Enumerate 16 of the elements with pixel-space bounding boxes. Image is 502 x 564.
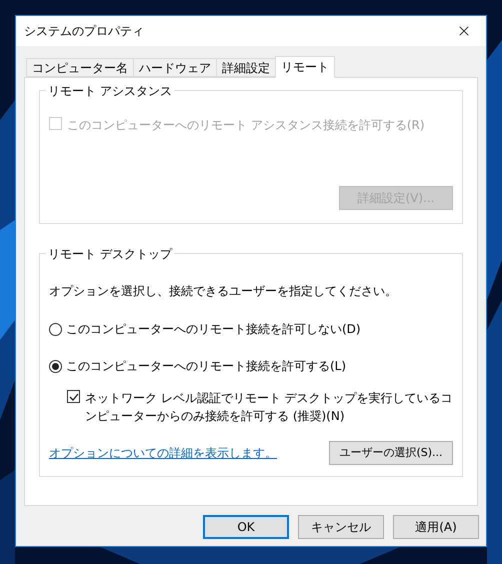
help-link[interactable]: オプションについての詳細を表示します。 [49,444,277,462]
window-title: システムのプロパティ [24,23,144,40]
radio-label: このコンピューターへのリモート接続を許可する(L) [66,358,346,375]
checkbox-label: このコンピューターへのリモート アシスタンス接続を許可する(R) [67,117,425,134]
tab[interactable]: コンピューター名 [26,58,134,77]
checkbox-label: ネットワーク レベル認証でリモート デスクトップを実行しているコンピューターからのみ接続を許可する (推奨)(N) [85,390,454,425]
description-text: オプションを選択し、接続できるユーザーを指定してください。 [49,283,398,300]
group-title: リモート デスクトップ [46,245,174,263]
dialog-button[interactable]: キャンセル [298,515,384,539]
radio-label: このコンピューターへのリモート接続を許可しない(D) [66,321,361,338]
tab[interactable]: 詳細設定 [216,58,276,77]
tab[interactable]: ハードウェア [133,58,217,77]
dialog-button[interactable]: ユーザーの選択(S)... [329,441,453,465]
tab[interactable]: リモート [275,56,335,78]
dialog-button[interactable]: 適用(A) [393,515,479,539]
dialog-button[interactable]: OK [203,515,289,539]
